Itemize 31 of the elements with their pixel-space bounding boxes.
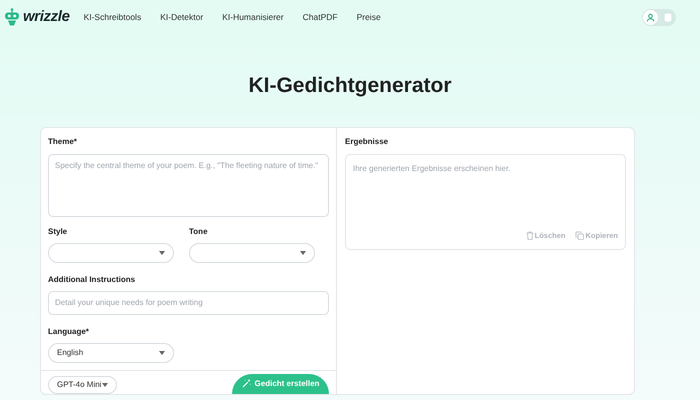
field-label: Ergebnisse [345, 136, 390, 148]
field-label: Style [48, 226, 68, 238]
nav-link[interactable]: Preise [356, 10, 381, 24]
copy-icon [575, 231, 584, 240]
nav-link[interactable]: KI-Detektor [160, 10, 204, 24]
nav-link[interactable]: ChatPDF [302, 10, 338, 24]
caret-icon [102, 382, 108, 386]
caret-icon [159, 350, 165, 354]
field-label: Additional Instructions [48, 274, 136, 286]
field-label: Language* [48, 326, 90, 338]
database-icon [664, 12, 672, 22]
nav-link[interactable]: KI-Schreibtools [84, 10, 142, 24]
account-toggle-option[interactable] [643, 10, 658, 24]
brand-name: wrizzle [23, 6, 70, 27]
dropdown[interactable]: GPT-4o Mini [48, 376, 117, 394]
dropdown[interactable]: English [48, 342, 174, 362]
placeholder-text: Specify the central theme of your poem. E.g., "The fleeting nature of time." [55, 160, 320, 172]
caret-icon [300, 250, 306, 254]
nav-link[interactable]: KI-Humanisierer [222, 10, 284, 24]
instructions-field[interactable]: Detail your unique needs for poem writing [48, 290, 329, 314]
dropdown[interactable] [48, 242, 174, 262]
page-title: KI-Gedichtgenerator [247, 73, 453, 99]
robot-logo-icon [4, 8, 20, 26]
magic-wand-icon [242, 379, 251, 388]
field-label: Tone [189, 226, 209, 238]
caret-icon [159, 250, 165, 254]
results-placeholder: Ihre generierten Ergebnisse erscheinen hier. [353, 162, 512, 174]
trash-icon [526, 231, 534, 240]
dropdown[interactable] [189, 242, 315, 262]
field-label: Theme* [48, 136, 78, 148]
user-icon [646, 12, 655, 22]
